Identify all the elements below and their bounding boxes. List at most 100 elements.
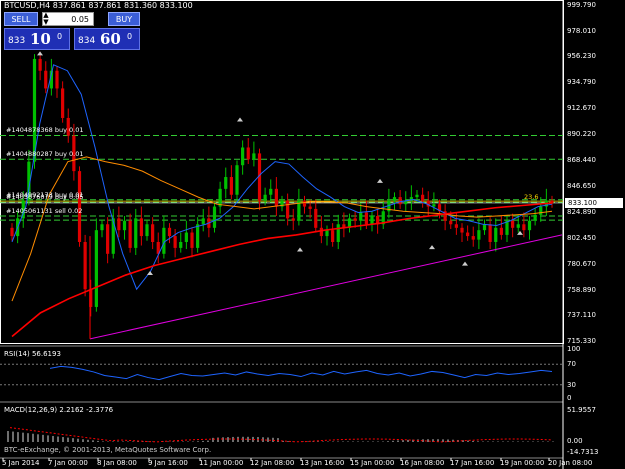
order-label: #1404880287 buy 0.01: [6, 150, 84, 159]
sell-button[interactable]: SELL: [4, 12, 38, 26]
time-tick: 7 Jan 00:00: [48, 459, 88, 467]
price-tick: 715.330: [567, 337, 596, 345]
sell-price-box[interactable]: 833 10 0: [4, 28, 70, 50]
candle-body: [128, 220, 132, 248]
candle-body: [331, 230, 335, 242]
candle-body: [263, 194, 267, 201]
time-tick: 5 Jan 2014: [2, 459, 40, 467]
macd-signal-line: [9, 427, 553, 443]
candle-body: [421, 194, 425, 201]
time-tick: 13 Jan 16:00: [300, 459, 345, 467]
ohlc-values: 837.861 837.861 831.360 833.100: [52, 1, 193, 10]
macd-label: MACD(12,26,9) 2.2162 -2.3776: [4, 406, 114, 414]
candle-body: [415, 194, 419, 198]
candle-body: [167, 227, 172, 237]
ma-fast-line: [11, 64, 553, 291]
candle-body: [55, 70, 59, 89]
candle-body: [370, 216, 374, 225]
candle-body: [488, 224, 492, 242]
fractal-arrow-icon: [377, 178, 383, 183]
candle-body: [353, 218, 357, 221]
rsi-tick: 30: [567, 380, 576, 389]
candle-body: [190, 232, 194, 248]
price-tick: 978.010: [567, 26, 596, 35]
candle-body: [106, 224, 110, 254]
fractal-arrow-icon: [237, 117, 243, 122]
price-tick: 737.110: [567, 311, 596, 320]
candle-body: [499, 227, 503, 235]
price-tick: 846.650: [567, 181, 596, 190]
rsi-label: RSI(14) 56.6193: [4, 350, 61, 358]
candle-body: [252, 153, 256, 160]
candle-body: [145, 224, 149, 237]
time-tick: 8 Jan 08:00: [97, 459, 137, 467]
candle-body: [449, 220, 453, 225]
candle-body: [505, 220, 509, 235]
time-tick: 17 Jan 16:00: [450, 459, 495, 467]
fib-annotation: 23.6: [524, 193, 539, 201]
time-tick: 16 Jan 08:00: [400, 459, 445, 467]
candle-body: [94, 230, 98, 307]
order-label: #1405061131 sell 0.02: [6, 207, 83, 215]
copyright-text: BTC-eExchange, © 2001-2013, MetaQuotes S…: [4, 446, 212, 454]
price-tick: 890.220: [567, 130, 596, 139]
chart-canvas[interactable]: [0, 0, 625, 469]
candle-body: [173, 236, 177, 248]
price-tick: 999.790: [567, 1, 596, 9]
candle-body: [122, 220, 127, 231]
rsi-line: [49, 365, 553, 381]
candle-body: [432, 204, 436, 207]
candle-body: [477, 230, 481, 240]
buy-price-small: 834: [78, 36, 96, 46]
candle-body: [184, 232, 188, 242]
price-tick: 868.440: [567, 156, 596, 165]
price-tick: 758.890: [567, 285, 596, 294]
lot-spinner-icon[interactable]: ▲ ▼: [42, 12, 50, 26]
candle-body: [392, 197, 397, 201]
candle-body: [235, 165, 239, 195]
symbol-label: BTCUSD,H4: [4, 1, 51, 10]
candle-body: [522, 224, 526, 231]
candle-body: [398, 197, 402, 205]
candle-body: [201, 218, 205, 225]
candle-body: [44, 70, 48, 89]
rsi-tick: 0: [567, 394, 572, 402]
price-tick: 780.670: [567, 259, 596, 268]
buy-price-big: 60: [100, 30, 121, 48]
candle-body: [162, 227, 166, 254]
symbol-header: BTCUSD,H4 837.861 837.861 831.360 833.10…: [4, 1, 193, 10]
buy-button[interactable]: BUY: [108, 12, 140, 26]
price-tick: 912.670: [567, 103, 596, 112]
candle-body: [359, 212, 363, 221]
fractal-arrow-icon: [147, 271, 153, 276]
candle-body: [482, 224, 487, 231]
time-tick: 15 Jan 00:00: [350, 459, 395, 467]
time-tick: 12 Jan 08:00: [250, 459, 295, 467]
candle-body: [291, 218, 295, 221]
buy-price-box[interactable]: 834 60 0: [74, 28, 140, 50]
candle-body: [117, 218, 121, 231]
price-tick: 934.790: [567, 77, 596, 86]
candle-body: [38, 58, 42, 71]
fractal-arrow-icon: [297, 247, 303, 252]
price-tick: 802.450: [567, 234, 596, 243]
candle-body: [212, 206, 217, 228]
candle-body: [494, 227, 498, 242]
candle-body: [61, 88, 65, 118]
order-label: #1404878368 buy 0.01: [6, 126, 84, 135]
one-click-trade-panel: SELL 0.05 ▲ ▼ BUY 833 10 0 834 60 0: [4, 12, 140, 52]
candle-body: [139, 218, 143, 237]
candle-body: [134, 218, 138, 248]
candle-body: [269, 188, 273, 195]
candle-body: [246, 147, 250, 160]
candle-body: [274, 188, 278, 207]
candle-body: [336, 224, 340, 242]
candle-body: [364, 212, 368, 225]
macd-tick: -14.7313: [567, 448, 599, 456]
macd-tick: 0.00: [567, 437, 583, 445]
candle-body: [466, 232, 470, 237]
ma-long-line: [11, 202, 553, 338]
sell-price-small: 833: [8, 36, 26, 46]
candle-body: [224, 177, 228, 189]
candle-body: [314, 208, 318, 228]
